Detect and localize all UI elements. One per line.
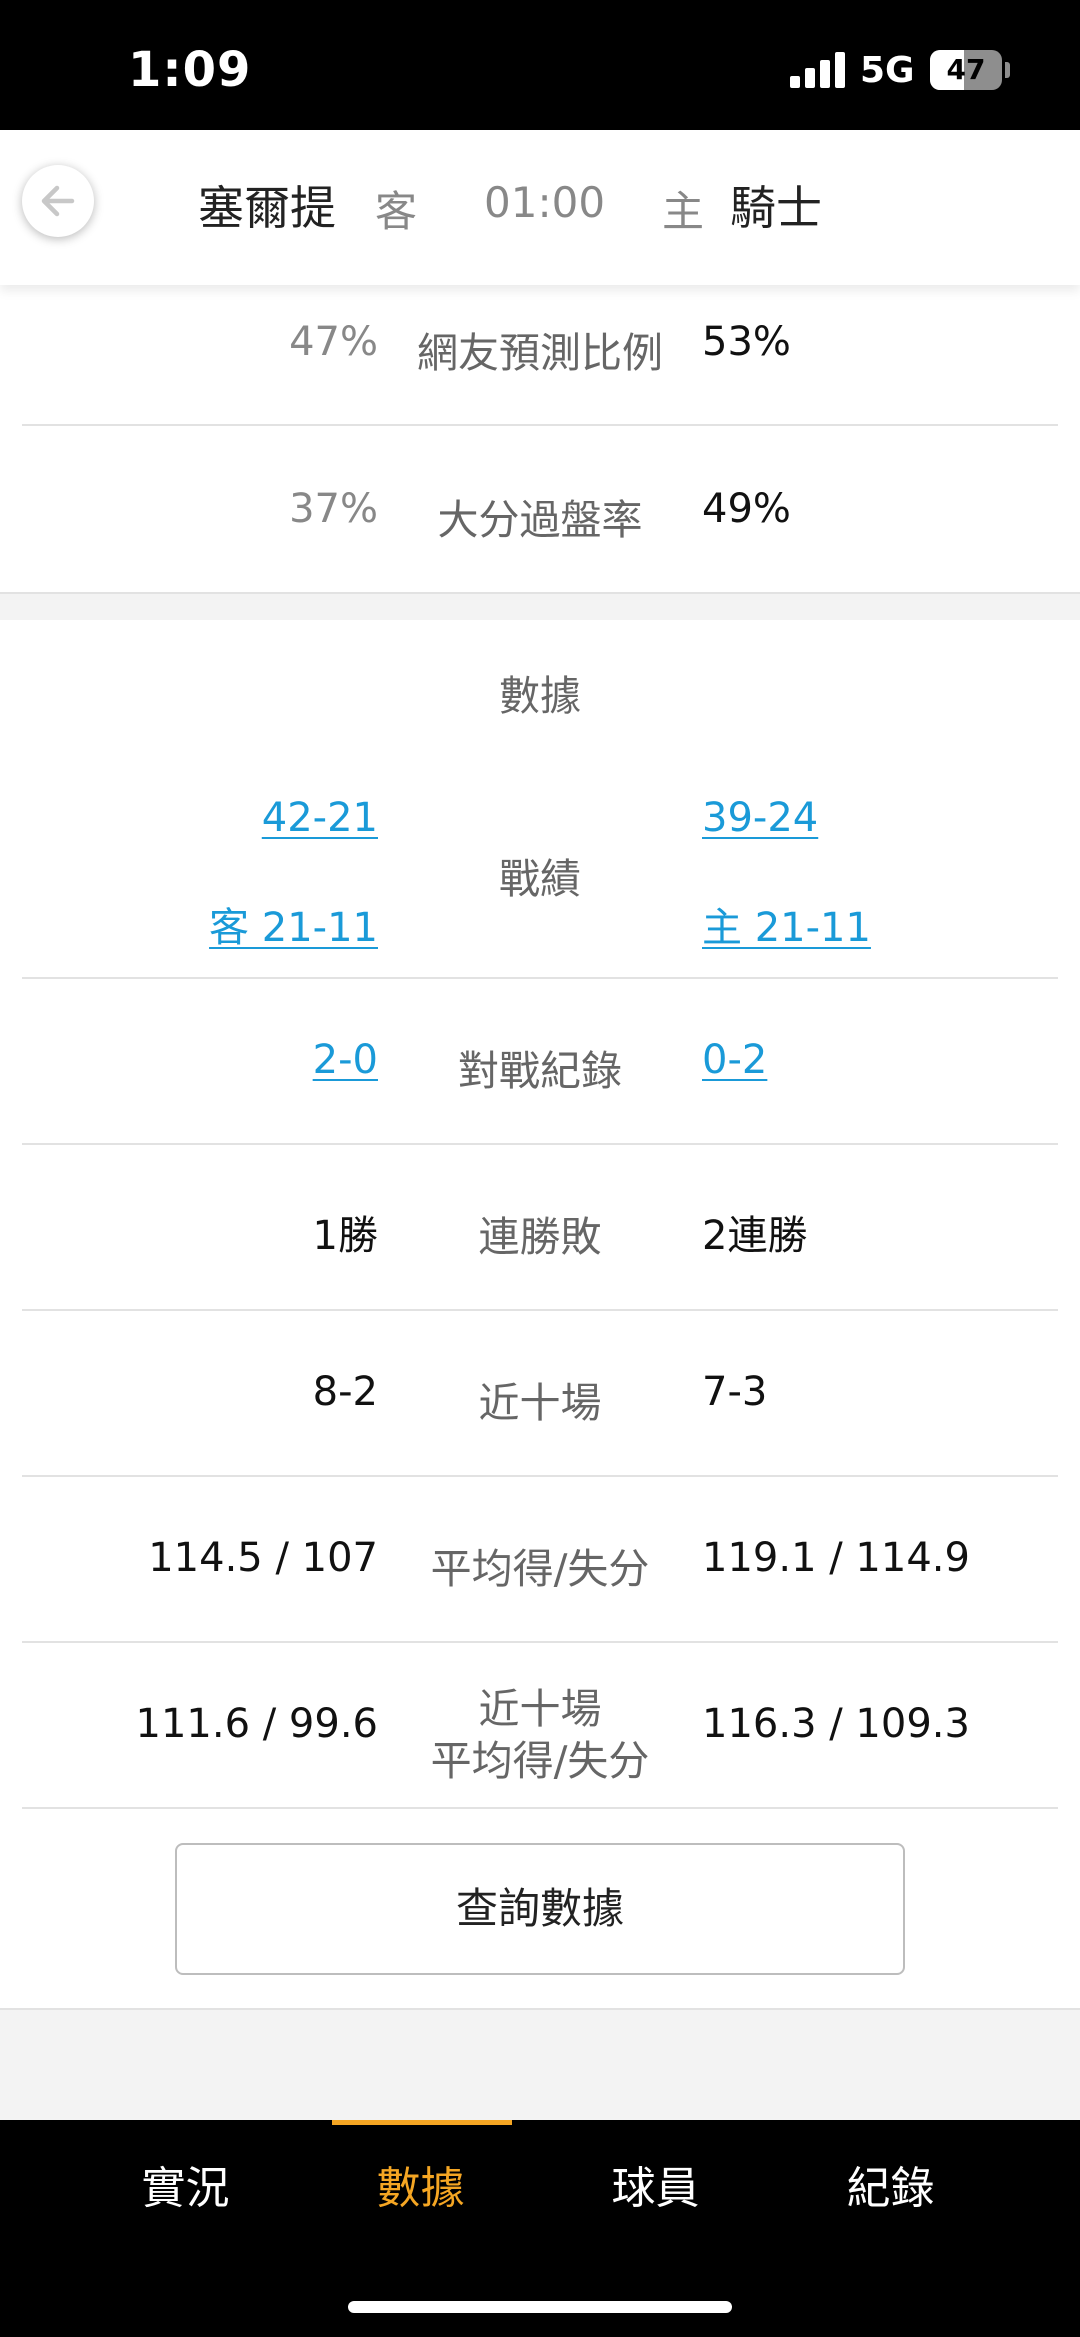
away-tag: 客 (375, 187, 418, 236)
status-time: 1:09 (128, 42, 252, 98)
home-record-link[interactable]: 39-24 (702, 795, 818, 841)
away-last10: 8-2 (312, 1369, 378, 1415)
stats-title-row: 數據 (0, 620, 1080, 760)
last10-avg-label-line2: 平均得/失分 (430, 1737, 650, 1785)
h2h-label: 對戰紀錄 (458, 1047, 622, 1095)
prediction-row-over: 37% 大分過盤率 49% (0, 426, 1080, 592)
away-prediction: 47% (289, 319, 378, 365)
query-stats-button[interactable]: 查詢數據 (175, 1843, 905, 1975)
record-label: 戰績 (499, 855, 581, 903)
match-header: 塞爾提 客 01:00 主 騎士 (0, 130, 1080, 285)
tab-live[interactable]: 實況 (68, 2152, 303, 2216)
status-bar: 1:09 5G 47 (0, 0, 1080, 130)
away-streak: 1勝 (312, 1213, 378, 1259)
away-last10-avg: 111.6 / 99.6 (135, 1701, 378, 1747)
home-avg-points: 119.1 / 114.9 (702, 1535, 970, 1581)
h2h-row: 2-0 對戰紀錄 0-2 (0, 979, 1080, 1145)
section-gap (0, 2010, 1080, 2120)
record-row: 42-21 客 21-11 戰績 39-24 主 21-11 (0, 760, 1080, 978)
away-over-rate: 37% (289, 486, 378, 532)
stats-title: 數據 (499, 672, 581, 720)
away-record-link[interactable]: 42-21 (262, 795, 378, 841)
away-team-name: 塞爾提 (198, 181, 336, 235)
avg-points-label: 平均得/失分 (430, 1545, 650, 1593)
battery-tip (1005, 62, 1010, 78)
prediction-row-fans: 47% 網友預測比例 53% (0, 285, 1080, 425)
battery-level: 47 (946, 53, 986, 86)
away-avg-points: 114.5 / 107 (148, 1535, 378, 1581)
network-type: 5G (860, 50, 915, 91)
over-rate-label: 大分過盤率 (437, 496, 643, 544)
home-home-record-link[interactable]: 主 21-11 (702, 895, 871, 953)
streak-label: 連勝敗 (478, 1213, 602, 1261)
home-tag: 主 (662, 187, 705, 236)
home-last10: 7-3 (702, 1369, 768, 1415)
last10-row: 8-2 近十場 7-3 (0, 1311, 1080, 1477)
tab-players[interactable]: 球員 (538, 2152, 773, 2216)
active-tab-indicator (332, 2120, 512, 2125)
game-time: 01:00 (484, 178, 606, 227)
battery-icon: 47 (930, 50, 1002, 90)
home-prediction: 53% (702, 319, 791, 365)
last10-label: 近十場 (478, 1379, 602, 1427)
home-last10-avg: 116.3 / 109.3 (702, 1701, 970, 1747)
last10-avg-row: 111.6 / 99.6 近十場 平均得/失分 116.3 / 109.3 (0, 1643, 1080, 1809)
back-button[interactable] (22, 165, 94, 237)
away-h2h-link[interactable]: 2-0 (313, 1037, 378, 1083)
last10-avg-label-line1: 近十場 (478, 1685, 602, 1733)
tab-stats[interactable]: 數據 (303, 2152, 538, 2216)
section-gap (0, 594, 1080, 620)
tab-records[interactable]: 紀錄 (773, 2152, 1008, 2216)
streak-row: 1勝 連勝敗 2連勝 (0, 1145, 1080, 1311)
home-indicator[interactable] (348, 2301, 732, 2313)
home-streak: 2連勝 (702, 1213, 808, 1259)
home-team-name: 騎士 (730, 181, 822, 235)
avg-points-row: 114.5 / 107 平均得/失分 119.1 / 114.9 (0, 1477, 1080, 1643)
away-road-record-link[interactable]: 客 21-11 (209, 895, 378, 953)
prediction-label: 網友預測比例 (417, 329, 663, 377)
home-h2h-link[interactable]: 0-2 (702, 1037, 767, 1083)
arrow-left-icon (41, 185, 75, 217)
cellular-signal-icon (790, 52, 846, 88)
divider (22, 1807, 1058, 1809)
home-over-rate: 49% (702, 486, 791, 532)
